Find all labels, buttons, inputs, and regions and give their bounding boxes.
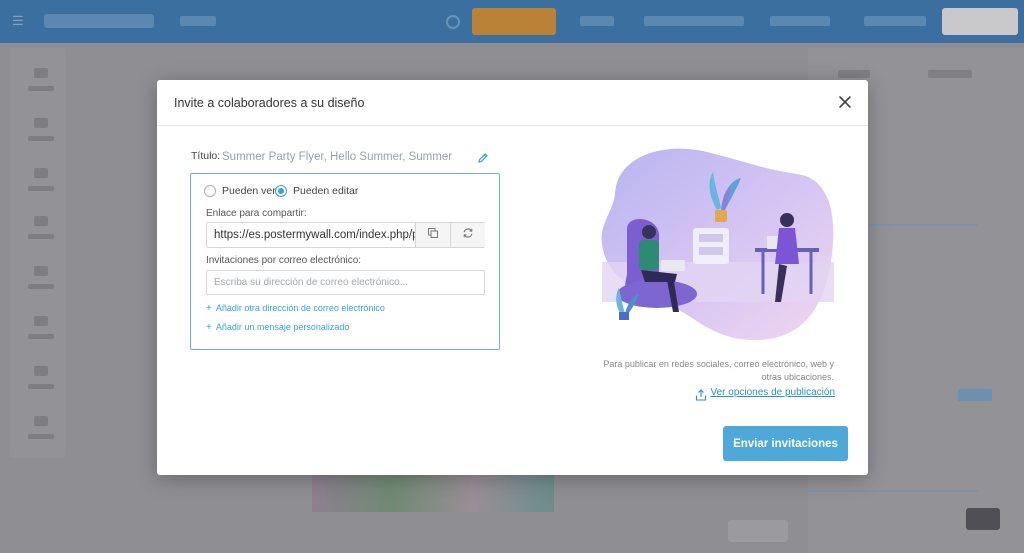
toolbar-icon[interactable] (34, 118, 48, 128)
toolbar-icon[interactable] (34, 266, 48, 276)
toolbar-icon[interactable] (34, 168, 48, 178)
topbar-button-2[interactable] (644, 16, 744, 26)
email-field[interactable] (206, 270, 485, 295)
search-icon[interactable] (446, 15, 460, 29)
toolbar-label (28, 234, 54, 239)
menu-icon[interactable]: ☰ (12, 13, 28, 29)
editor-topbar: ☰ (0, 0, 1024, 43)
toolbar-label (28, 384, 54, 389)
app-logo (44, 14, 154, 28)
add-message-label: Añadir un mensaje personalizado (215, 322, 350, 332)
collaboration-illustration (597, 144, 837, 344)
plus-icon: + (206, 322, 212, 333)
design-title-input[interactable] (222, 149, 465, 165)
toolbar-icon[interactable] (34, 216, 48, 226)
share-link-input[interactable] (207, 223, 415, 247)
pencil-icon[interactable] (477, 151, 489, 163)
toolbar-label (28, 334, 54, 339)
email-invites-label: Invitaciones por correo electrónico: (206, 255, 362, 266)
add-message-link[interactable]: + Añadir un mensaje personalizado (206, 322, 349, 333)
panel-tab[interactable] (838, 70, 870, 78)
share-settings-box: Pueden ver Pueden editar Enlace para com… (190, 173, 500, 350)
modal-title: Invite a colaboradores a su diseño (174, 96, 365, 110)
design-title-row: Título: (191, 149, 491, 166)
plus-icon: + (206, 303, 212, 314)
close-icon[interactable] (837, 94, 853, 110)
share-link-label: Enlace para compartir: (206, 208, 307, 219)
zoom-controls[interactable] (728, 520, 788, 542)
topbar-button-3[interactable] (770, 16, 830, 26)
radio-can-view[interactable] (204, 185, 216, 197)
toolbar-icon[interactable] (34, 366, 48, 376)
add-email-label: Añadir otra dirección de correo electrón… (215, 303, 385, 313)
editor-left-toolbar (10, 48, 66, 458)
toolbar-label (28, 434, 54, 439)
design-canvas[interactable] (312, 470, 554, 512)
publish-note: Para publicar en redes sociales, correo … (603, 359, 834, 382)
share-link-group (206, 222, 485, 248)
title-label: Título: (191, 150, 221, 162)
send-invitations-button[interactable]: Enviar invitaciones (723, 426, 848, 461)
topbar-button-1[interactable] (580, 16, 614, 26)
download-button[interactable] (942, 8, 1018, 35)
topbar-button-4[interactable] (864, 16, 926, 26)
toolbar-label (28, 186, 54, 191)
panel-button[interactable] (958, 389, 992, 401)
toolbar-label (28, 86, 54, 91)
toolbar-icon[interactable] (34, 316, 48, 326)
panel-tab[interactable] (928, 70, 972, 78)
color-swatch[interactable] (966, 508, 1000, 530)
premium-button[interactable] (472, 8, 556, 35)
refresh-icon (462, 226, 474, 244)
can-edit-label[interactable]: Pueden editar (293, 185, 358, 197)
file-menu[interactable] (180, 16, 216, 26)
copy-link-button[interactable] (415, 223, 450, 247)
toolbar-icon[interactable] (34, 416, 48, 426)
radio-can-edit[interactable] (275, 185, 287, 197)
add-email-link[interactable]: + Añadir otra dirección de correo electró… (206, 303, 385, 314)
modal-header: Invite a colaboradores a su diseño (157, 80, 868, 126)
panel-divider (808, 490, 978, 492)
toolbar-label (28, 136, 54, 141)
refresh-link-button[interactable] (450, 223, 485, 247)
invite-collaborators-modal: Invite a colaboradores a su diseño Títul… (157, 80, 868, 475)
copy-icon (427, 226, 439, 244)
toolbar-icon[interactable] (34, 68, 48, 78)
can-view-label[interactable]: Pueden ver (222, 185, 276, 197)
toolbar-label (28, 284, 54, 289)
publish-options-link[interactable]: Ver opciones de publicación (695, 387, 835, 401)
